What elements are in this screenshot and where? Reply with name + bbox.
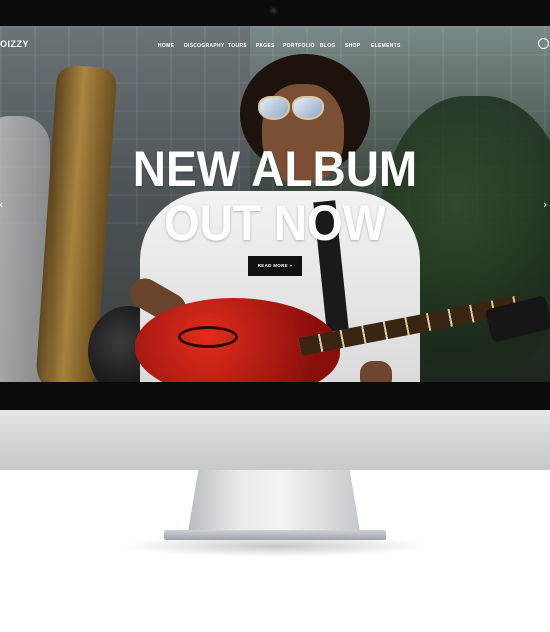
monitor-top-bezel [0, 0, 550, 26]
nav-item-discography[interactable]: DISCOGRAPHY [184, 43, 225, 49]
top-navigation: OIZZY HOME DISCOGRAPHY TOURS PAGES PORTF… [0, 26, 550, 66]
nav-item-home[interactable]: HOME [158, 43, 174, 49]
monitor-bottom-bezel [0, 382, 550, 410]
guitarist-hand [360, 361, 392, 382]
monitor-stand-base [164, 530, 386, 540]
monitor-chin [0, 410, 550, 470]
guitar-f-hole [178, 326, 238, 348]
hero-title-line-2: OUT NOW [163, 195, 387, 251]
monitor-stand [188, 470, 360, 532]
read-more-button[interactable]: READ MORE » [248, 256, 302, 276]
nav-item-portfolio[interactable]: PORTFOLIO [283, 43, 315, 49]
nav-item-blog[interactable]: BLOG [320, 43, 336, 49]
chevron-right-icon[interactable]: › [543, 198, 547, 211]
monitor-screen: OIZZY HOME DISCOGRAPHY TOURS PAGES PORTF… [0, 26, 550, 382]
nav-item-tours[interactable]: TOURS [228, 43, 247, 49]
nav-item-pages[interactable]: PAGES [256, 43, 275, 49]
chevron-left-icon[interactable]: ‹ [0, 198, 3, 211]
search-icon[interactable] [538, 38, 549, 49]
nav-item-elements[interactable]: ELEMENTS [371, 43, 401, 49]
hero-title-line-1: NEW ALBUM [132, 141, 418, 197]
sunglasses [258, 96, 324, 120]
site-logo[interactable]: OIZZY [0, 39, 29, 49]
nav-item-shop[interactable]: SHOP [345, 43, 360, 49]
camera-icon [269, 6, 278, 15]
hero-title: NEW ALBUM OUT NOW [22, 142, 528, 250]
